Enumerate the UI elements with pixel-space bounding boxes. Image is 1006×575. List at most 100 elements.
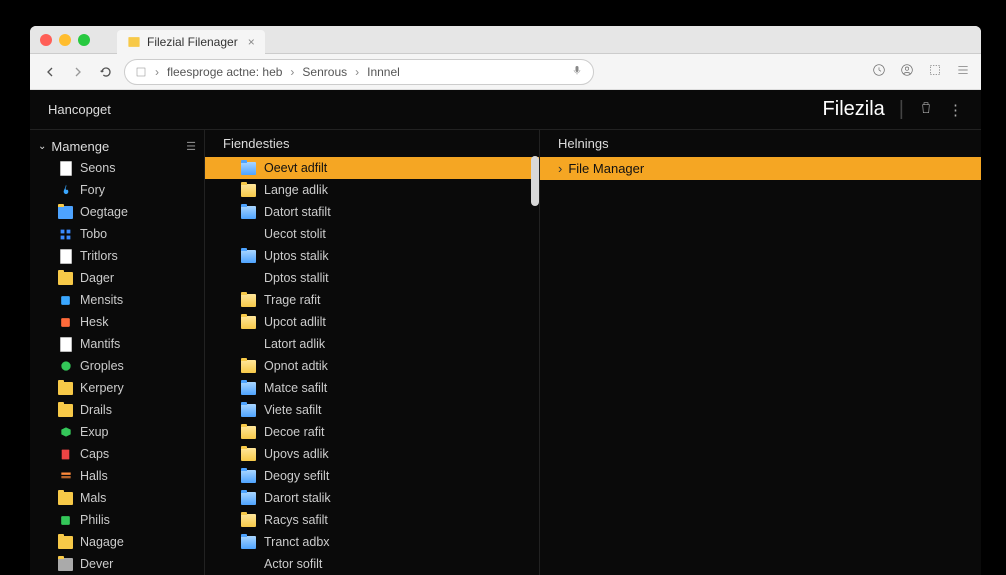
sidebar-item-icon: [58, 403, 73, 418]
folder-icon: [241, 404, 256, 417]
file-item[interactable]: Darort stalik: [205, 487, 539, 509]
app-root: Hancopget Filezila | ⋮ ⌄ Mamenge ☰ Seons…: [30, 90, 981, 575]
sidebar-item[interactable]: Caps: [30, 443, 204, 465]
sidebar-item[interactable]: Mensits: [30, 289, 204, 311]
file-item[interactable]: Tranct adbx: [205, 531, 539, 553]
nav-reload-button[interactable]: [96, 62, 116, 82]
sidebar-item[interactable]: Tobo: [30, 223, 204, 245]
sidebar-item[interactable]: Mals: [30, 487, 204, 509]
file-item[interactable]: Oeevt adfilt: [205, 157, 539, 179]
file-item-label: Darort stalik: [264, 489, 331, 507]
sidebar-item[interactable]: Mantifs: [30, 333, 204, 355]
mid-pane: Fiendesties Oeevt adfiltLange adlikDator…: [205, 130, 540, 575]
sidebar-item-label: Kerpery: [80, 379, 124, 397]
folder-icon: [241, 492, 256, 505]
file-item[interactable]: Matce safilt: [205, 377, 539, 399]
breadcrumb-sep-icon: ›: [155, 65, 159, 79]
sidebar-item-icon: [58, 337, 73, 352]
kebab-menu-icon[interactable]: ⋮: [948, 101, 963, 119]
file-item[interactable]: Decoe rafit: [205, 421, 539, 443]
sidebar-item-icon: [58, 249, 73, 264]
clock-icon[interactable]: [871, 62, 887, 81]
file-item[interactable]: Viete safilt: [205, 399, 539, 421]
sidebar-item[interactable]: Dever: [30, 553, 204, 575]
file-item-label: Deogy sefilt: [264, 467, 329, 485]
file-item-label: Uptos stalik: [264, 247, 329, 265]
file-item[interactable]: Datort stafilt: [205, 201, 539, 223]
sidebar-options-icon[interactable]: ☰: [186, 140, 194, 153]
sidebar-item[interactable]: Hesk: [30, 311, 204, 333]
menu-icon[interactable]: [955, 62, 971, 81]
nav-back-button[interactable]: [40, 62, 60, 82]
sidebar-root[interactable]: ⌄ Mamenge ☰: [30, 136, 204, 157]
sidebar-item-icon: [58, 491, 73, 506]
file-item[interactable]: Actor sofilt: [205, 553, 539, 575]
window-close-button[interactable]: [40, 34, 52, 46]
file-item[interactable]: Upovs adlik: [205, 443, 539, 465]
urlbar[interactable]: › fleesproge actne: heb › Senrous › Innn…: [124, 59, 594, 85]
sidebar-item[interactable]: Fory: [30, 179, 204, 201]
file-item-label: Trage rafit: [264, 291, 321, 309]
sidebar-item[interactable]: Nagage: [30, 531, 204, 553]
scrollbar-handle[interactable]: [531, 156, 539, 206]
url-part-2: Senrous: [302, 65, 347, 79]
trash-icon[interactable]: [918, 100, 934, 120]
sidebar-item[interactable]: Halls: [30, 465, 204, 487]
profile-icon[interactable]: [899, 62, 915, 81]
arrow-right-icon: [70, 64, 86, 80]
chevron-down-icon: ⌄: [38, 141, 46, 152]
sidebar-item-label: Oegtage: [80, 203, 128, 221]
voice-search-icon[interactable]: [571, 64, 583, 79]
folder-icon: [241, 514, 256, 527]
sidebar-item[interactable]: Exup: [30, 421, 204, 443]
file-item[interactable]: Uecot stolit: [205, 223, 539, 245]
file-item[interactable]: Opnot adtik: [205, 355, 539, 377]
sidebar-item-label: Mantifs: [80, 335, 120, 353]
file-item-label: Latort adlik: [264, 335, 325, 353]
file-item[interactable]: Deogy sefilt: [205, 465, 539, 487]
sidebar-item[interactable]: Kerpery: [30, 377, 204, 399]
close-tab-icon[interactable]: ×: [248, 35, 255, 49]
sidebar-item[interactable]: Drails: [30, 399, 204, 421]
sidebar-item[interactable]: Tritlors: [30, 245, 204, 267]
sidebar-item-label: Hesk: [80, 313, 108, 331]
browser-tab[interactable]: Filezial Filenager ×: [117, 30, 265, 54]
sidebar-item[interactable]: Groples: [30, 355, 204, 377]
file-item-label: Racys safilt: [264, 511, 328, 529]
arrow-left-icon: [42, 64, 58, 80]
window-minimize-button[interactable]: [59, 34, 71, 46]
sidebar-item-icon: [58, 161, 73, 176]
sidebar-item-icon: [58, 447, 73, 462]
tab-favicon-icon: [127, 35, 141, 49]
sidebar-item-label: Seons: [80, 159, 115, 177]
settings-square-icon[interactable]: [927, 62, 943, 81]
breadcrumb-item[interactable]: ›File Manager: [540, 157, 981, 180]
window-maximize-button[interactable]: [78, 34, 90, 46]
sidebar-item-icon: [58, 227, 73, 242]
file-item[interactable]: Latort adlik: [205, 333, 539, 355]
sidebar-item[interactable]: Oegtage: [30, 201, 204, 223]
sidebar: ⌄ Mamenge ☰ Seons Fory Oegtage ToboTritlors…: [30, 130, 205, 575]
sidebar-item-icon: [58, 557, 73, 572]
sidebar-item[interactable]: Dager: [30, 267, 204, 289]
file-item-label: Viete safilt: [264, 401, 321, 419]
nav-forward-button[interactable]: [68, 62, 88, 82]
tab-title: Filezial Filenager: [147, 35, 238, 49]
file-item[interactable]: Dptos stallit: [205, 267, 539, 289]
file-item-label: Tranct adbx: [264, 533, 330, 551]
file-item[interactable]: Lange adlik: [205, 179, 539, 201]
app-header-title: Hancopget: [48, 102, 111, 117]
folder-icon: [241, 316, 256, 329]
sidebar-item[interactable]: Philis: [30, 509, 204, 531]
sidebar-item-icon: [58, 293, 73, 308]
sidebar-item-icon: [58, 381, 73, 396]
file-item-label: Opnot adtik: [264, 357, 328, 375]
file-item-label: Upcot adlilt: [264, 313, 326, 331]
sidebar-item-label: Nagage: [80, 533, 124, 551]
sidebar-item[interactable]: Seons: [30, 157, 204, 179]
file-item[interactable]: Uptos stalik: [205, 245, 539, 267]
file-item[interactable]: Upcot adlilt: [205, 311, 539, 333]
file-item[interactable]: Racys safilt: [205, 509, 539, 531]
file-item[interactable]: Trage rafit: [205, 289, 539, 311]
sidebar-item-label: Drails: [80, 401, 112, 419]
